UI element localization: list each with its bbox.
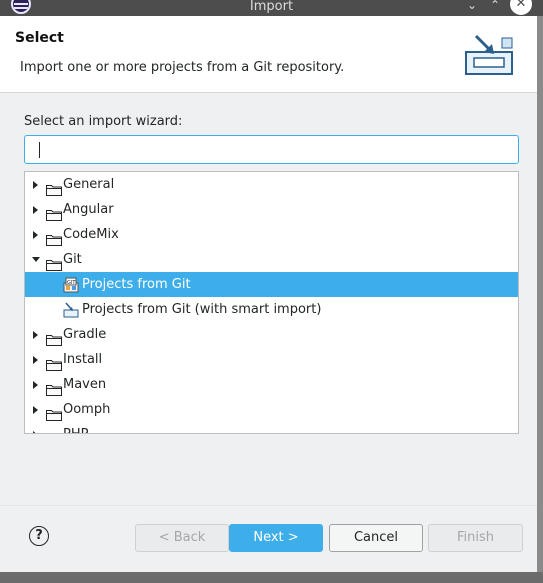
background-window-edge bbox=[537, 16, 543, 572]
tree-item-label: General bbox=[63, 177, 115, 192]
text-caret bbox=[39, 142, 40, 158]
tree-folder-item[interactable]: Oomph bbox=[25, 397, 518, 422]
help-button[interactable]: ? bbox=[29, 526, 49, 546]
tree-item-label: Projects from Git bbox=[82, 277, 191, 292]
tree-item-label: Angular bbox=[63, 202, 114, 217]
folder-icon bbox=[46, 205, 62, 221]
tree-folder-item[interactable]: PHP bbox=[25, 422, 518, 433]
wizard-header: Select Import one or more projects from … bbox=[0, 16, 537, 93]
finish-button[interactable]: Finish bbox=[428, 524, 523, 552]
tree-item-label: Install bbox=[63, 352, 103, 367]
expand-arrow-icon[interactable] bbox=[33, 431, 38, 433]
smart-import-icon bbox=[63, 302, 79, 318]
svg-text:GIT: GIT bbox=[67, 280, 76, 286]
tree-item-label: PHP bbox=[63, 422, 88, 433]
expand-arrow-icon[interactable] bbox=[33, 206, 38, 214]
maximize-icon[interactable]: ⌃ bbox=[486, 0, 504, 14]
tree-item-label: Git bbox=[63, 252, 82, 267]
tree-folder-item[interactable]: CodeMix bbox=[25, 222, 518, 247]
expand-arrow-icon[interactable] bbox=[33, 181, 38, 189]
tree-item[interactable]: Projects from Git (with smart import) bbox=[25, 297, 518, 322]
wizard-filter-input[interactable] bbox=[24, 135, 519, 164]
folder-icon bbox=[46, 380, 62, 396]
cancel-button[interactable]: Cancel bbox=[329, 524, 423, 552]
next-button[interactable]: Next > bbox=[229, 524, 323, 552]
folder-icon bbox=[46, 180, 62, 196]
expand-arrow-icon[interactable] bbox=[33, 356, 38, 364]
tree-folder-item[interactable]: Angular bbox=[25, 197, 518, 222]
folder-icon bbox=[46, 230, 62, 246]
expand-arrow-icon[interactable] bbox=[33, 231, 38, 239]
background-window-edge-bottom bbox=[0, 572, 543, 583]
tree-folder-item[interactable]: Maven bbox=[25, 372, 518, 397]
tree-folder-item[interactable]: Git bbox=[25, 247, 518, 272]
tree-folder-item[interactable]: Install bbox=[25, 347, 518, 372]
expand-arrow-icon[interactable] bbox=[33, 406, 38, 414]
tree-item-label: Oomph bbox=[63, 402, 111, 417]
expand-arrow-icon[interactable] bbox=[33, 331, 38, 339]
wizard-filter-label: Select an import wizard: bbox=[24, 114, 183, 129]
folder-icon bbox=[46, 255, 62, 271]
tree-item[interactable]: GIT Projects from Git bbox=[25, 272, 518, 297]
tree-folder-item[interactable]: Gradle bbox=[25, 322, 518, 347]
wizard-tree[interactable]: General Angular CodeMix Git GIT Projects from… bbox=[24, 171, 519, 434]
page-description: Import one or more projects from a Git r… bbox=[20, 60, 345, 75]
page-title: Select bbox=[15, 30, 64, 46]
folder-icon bbox=[46, 330, 62, 346]
import-wizard-icon bbox=[465, 34, 513, 75]
folder-icon bbox=[46, 355, 62, 371]
tree-item-label: CodeMix bbox=[63, 227, 119, 242]
footer-separator bbox=[0, 505, 537, 506]
folder-icon bbox=[46, 430, 62, 433]
window-titlebar[interactable]: Import ⌄ ⌃ ✕ bbox=[0, 0, 543, 16]
back-button[interactable]: < Back bbox=[135, 524, 229, 552]
expand-arrow-icon[interactable] bbox=[33, 381, 38, 389]
tree-item-label: Gradle bbox=[63, 327, 107, 342]
tree-folder-item[interactable]: General bbox=[25, 172, 518, 197]
collapse-arrow-icon[interactable] bbox=[32, 257, 40, 262]
minimize-icon[interactable]: ⌄ bbox=[463, 0, 481, 14]
tree-item-label: Projects from Git (with smart import) bbox=[82, 302, 322, 317]
git-repo-icon: GIT bbox=[63, 277, 79, 293]
tree-item-label: Maven bbox=[63, 377, 107, 392]
import-dialog: Select Import one or more projects from … bbox=[0, 16, 537, 572]
window-title: Import bbox=[249, 0, 294, 14]
folder-icon bbox=[46, 405, 62, 421]
